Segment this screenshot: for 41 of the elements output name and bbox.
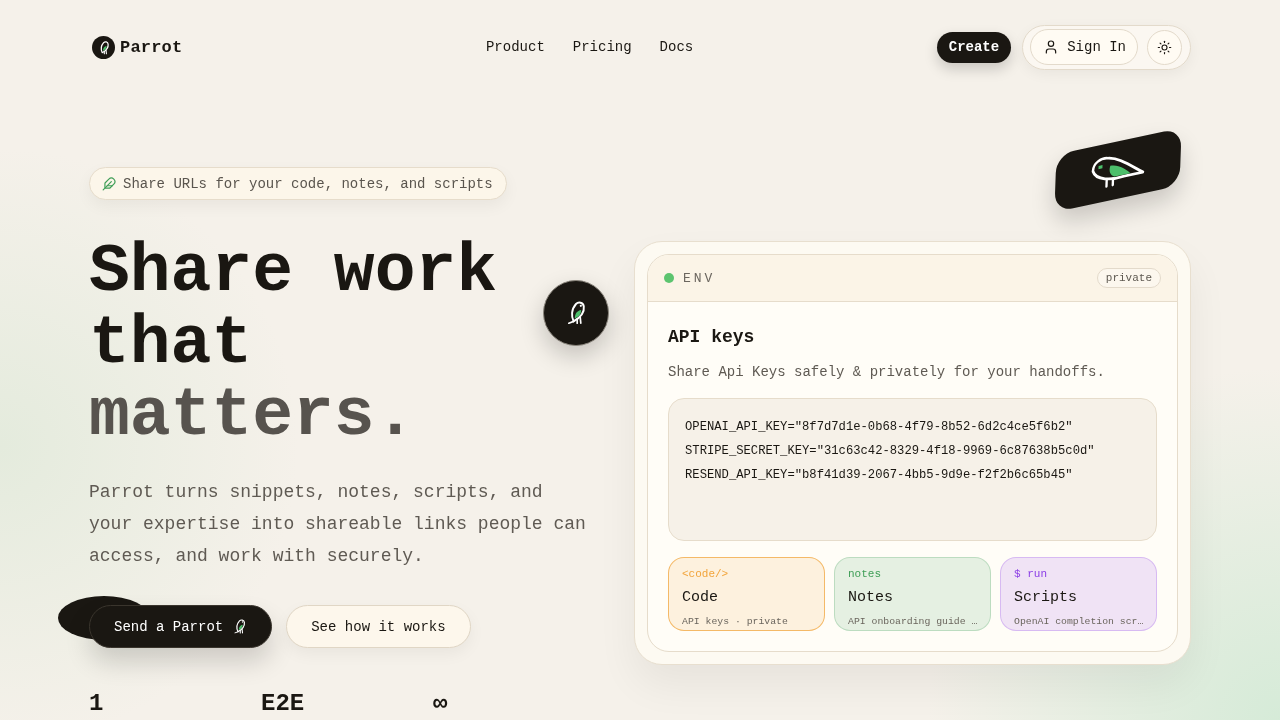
- nav-link[interactable]: Product: [485, 39, 545, 55]
- stat-value: 1: [89, 690, 104, 717]
- panel-subtitle: Share Api Keys safely & privately for your handoffs.: [668, 363, 1106, 381]
- hero-heading-line: Share work: [89, 236, 498, 308]
- card-description: API onboarding guide …: [848, 615, 978, 628]
- brand-name[interactable]: Parrot: [120, 37, 183, 57]
- card-title: Code: [682, 588, 719, 608]
- send-button[interactable]: Send a Parrot: [89, 605, 273, 648]
- card-tag: <code/>: [682, 567, 812, 581]
- category-card[interactable]: <code/> Code API keys · private: [668, 557, 825, 631]
- how-it-works-button[interactable]: See how it works: [286, 605, 471, 648]
- stat-value: E2E: [261, 690, 305, 717]
- card-description: OpenAI completion scr…: [1014, 615, 1144, 628]
- theme-toggle-button[interactable]: [1147, 29, 1182, 65]
- card-tag: $ run: [1014, 567, 1144, 581]
- code-line: OPENAI_API_KEY="8f7d7d1e-0b68-4f79-8b52-6d2c4ce5f6b2": [685, 419, 1074, 436]
- card-title: Scripts: [1014, 588, 1078, 608]
- category-card[interactable]: notes Notes API onboarding guide …: [834, 557, 991, 631]
- visibility-badge: private: [1096, 268, 1161, 288]
- stat-value: ∞: [433, 690, 448, 717]
- env-label: ENV: [683, 270, 716, 286]
- sun-icon: [1157, 39, 1172, 55]
- feather-icon: [102, 176, 116, 191]
- status-dot-icon: [664, 273, 674, 283]
- panel-title: API keys: [668, 326, 756, 348]
- hero-heading-line: matters.: [89, 380, 416, 452]
- bird-logo-icon: [92, 35, 115, 59]
- bird-icon: [232, 619, 248, 634]
- nav-link[interactable]: Pricing: [572, 39, 632, 55]
- nav-link[interactable]: Docs: [659, 39, 694, 55]
- badge-text: Share URLs for your code, notes, and scripts: [123, 175, 493, 192]
- code-line: RESEND_API_KEY="b8f41d39-2067-4bb5-9d9e-f2f2b6c65b45": [685, 467, 1074, 484]
- code-line: STRIPE_SECRET_KEY="31c63c42-8329-4f18-9969-6c87638b5c0d": [685, 443, 1096, 460]
- card-tag: notes: [848, 567, 978, 581]
- hero-description: Parrot turns snippets, notes, scripts, and your expertise into shareable links people can access, and work with securely.: [89, 481, 587, 568]
- sign-in-button[interactable]: Sign In: [1030, 29, 1138, 65]
- category-card[interactable]: $ run Scripts OpenAI completion scr…: [1000, 557, 1157, 631]
- hero-heading-line: that: [89, 308, 253, 380]
- create-button[interactable]: Create: [936, 31, 1012, 63]
- card-title: Notes: [848, 588, 894, 608]
- card-description: API keys · private: [682, 615, 789, 628]
